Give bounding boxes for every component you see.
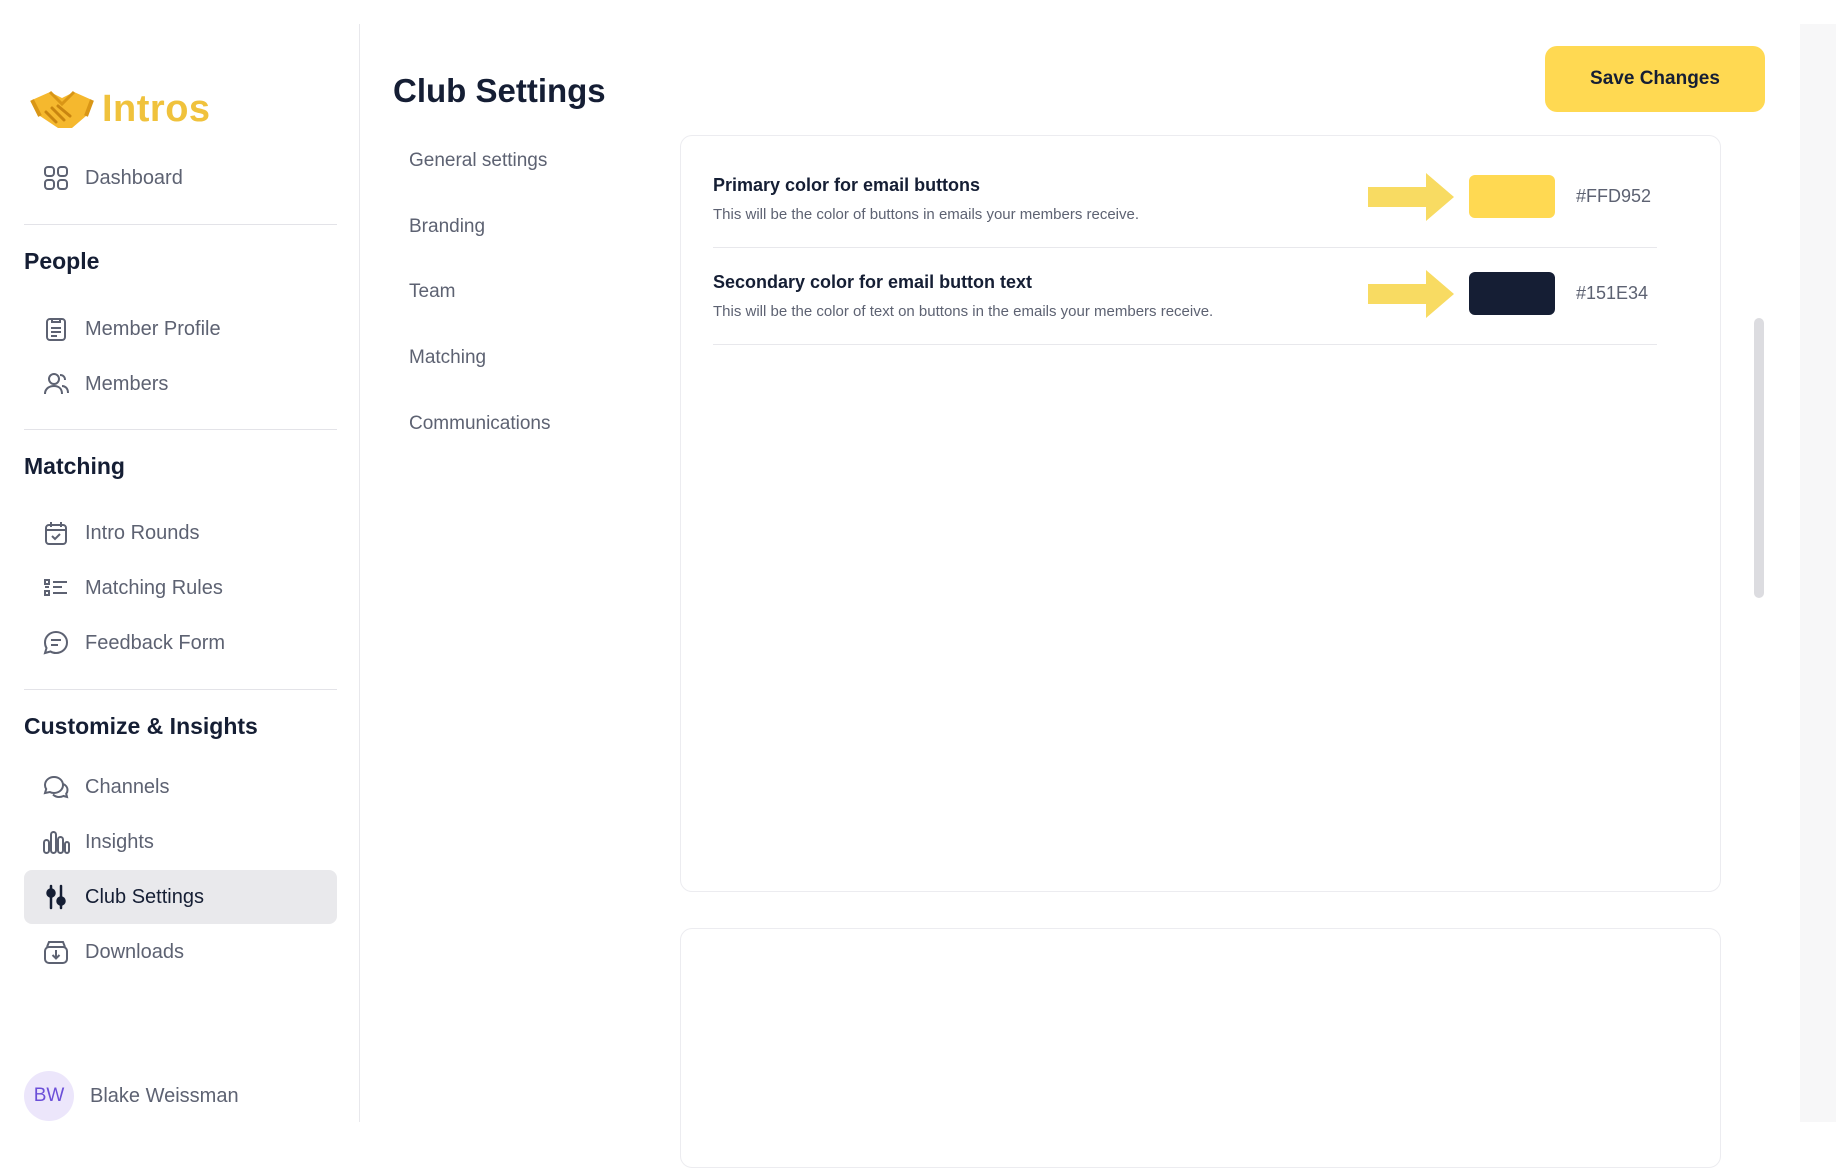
sidebar-item-matching-rules[interactable]: Matching Rules — [24, 561, 337, 615]
sidebar-item-label: Feedback Form — [85, 631, 226, 654]
section-title-people: People — [24, 248, 100, 274]
sidebar-item-dashboard[interactable]: Dashboard — [24, 151, 337, 205]
sidebar-item-feedback-form[interactable]: Feedback Form — [24, 616, 337, 670]
secondary-card — [680, 928, 1721, 1168]
sidebar-item-label: Member Profile — [85, 317, 221, 340]
chat-bubbles-icon — [41, 772, 71, 802]
subnav-general-settings[interactable]: General settings — [409, 150, 547, 172]
section-title-customize: Customize & Insights — [24, 713, 258, 739]
sidebar-item-label: Downloads — [85, 940, 184, 963]
sidebar-item-label: Channels — [85, 775, 170, 798]
branding-card: Primary color for email buttons This wil… — [680, 135, 1721, 892]
divider — [24, 224, 337, 225]
secondary-color-hex: #151E34 — [1576, 283, 1649, 303]
setting-description: This will be the color of text on button… — [713, 303, 1214, 320]
download-box-icon — [41, 937, 71, 967]
save-changes-button[interactable]: Save Changes — [1545, 46, 1765, 112]
subnav-matching[interactable]: Matching — [409, 347, 486, 369]
sidebar-item-label: Members — [85, 372, 169, 395]
sidebar-item-label: Dashboard — [85, 166, 183, 189]
secondary-color-swatch[interactable] — [1469, 272, 1555, 315]
sidebar-item-label: Intro Rounds — [85, 521, 200, 544]
setting-description: This will be the color of buttons in ema… — [713, 206, 1140, 223]
primary-color-hex: #FFD952 — [1576, 186, 1652, 206]
scrollbar[interactable] — [1754, 318, 1764, 598]
clipboard-icon — [41, 314, 71, 344]
page-edge — [1800, 24, 1836, 1122]
sidebar-item-intro-rounds[interactable]: Intro Rounds — [24, 506, 337, 560]
setting-title: Primary color for email buttons — [713, 175, 981, 195]
subnav-branding[interactable]: Branding — [409, 216, 485, 238]
primary-color-swatch[interactable] — [1469, 175, 1555, 218]
handshake-icon — [30, 90, 94, 128]
list-icon — [41, 573, 71, 603]
sliders-icon — [41, 882, 71, 912]
users-icon — [41, 369, 71, 399]
divider — [24, 689, 337, 690]
sidebar-item-members[interactable]: Members — [24, 357, 337, 411]
arrow-right-icon — [1368, 270, 1454, 318]
sidebar-item-channels[interactable]: Channels — [24, 760, 337, 814]
message-icon — [41, 628, 71, 658]
sidebar-item-member-profile[interactable]: Member Profile — [24, 302, 337, 356]
subnav-team[interactable]: Team — [409, 281, 455, 303]
sidebar-item-club-settings[interactable]: Club Settings — [24, 870, 337, 924]
sidebar-item-downloads[interactable]: Downloads — [24, 925, 337, 979]
avatar: BW — [24, 1071, 74, 1121]
sidebar: Intros Dashboard People Member Profile M… — [0, 24, 360, 1122]
sidebar-item-insights[interactable]: Insights — [24, 815, 337, 869]
bar-chart-icon — [41, 827, 71, 857]
user-profile[interactable]: BW Blake Weissman — [24, 1071, 239, 1121]
setting-title: Secondary color for email button text — [713, 272, 1033, 292]
page-title: Club Settings — [393, 72, 606, 109]
sidebar-item-label: Matching Rules — [85, 576, 223, 599]
grid-icon — [41, 163, 71, 193]
setting-row-primary-color: Primary color for email buttons This wil… — [713, 151, 1657, 248]
calendar-check-icon — [41, 518, 71, 548]
section-title-matching: Matching — [24, 453, 125, 479]
subnav-communications[interactable]: Communications — [409, 413, 551, 435]
sidebar-item-label: Insights — [85, 830, 154, 853]
setting-row-secondary-color: Secondary color for email button text Th… — [713, 248, 1657, 345]
divider — [24, 429, 337, 430]
sidebar-item-label: Club Settings — [85, 885, 204, 908]
logo[interactable]: Intros — [28, 82, 211, 136]
app-name: Intros — [102, 87, 211, 130]
user-name: Blake Weissman — [90, 1084, 239, 1107]
arrow-right-icon — [1368, 173, 1454, 221]
